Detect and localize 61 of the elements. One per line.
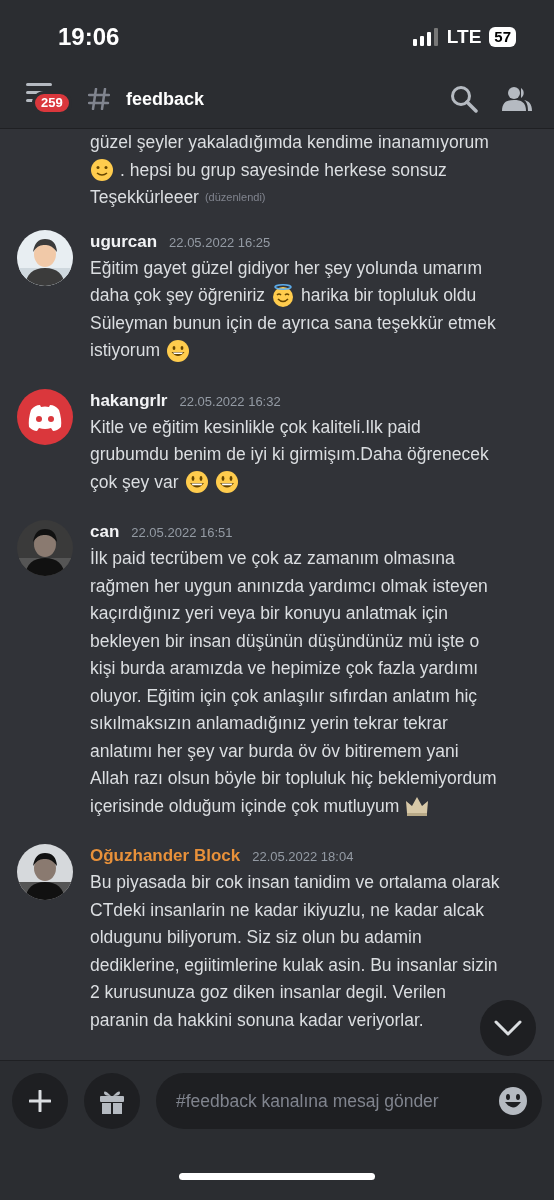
message-text: dediklerine, egiitimlerine kulak asin. Bu insanlar sizin [90,953,498,977]
message-text: sıkılmaksızın anlamadığınız yerin tekrar tekrar [90,712,448,735]
avatar-icon [17,388,73,445]
message-text: . hepsi bu grup sayesinde herkese sonsuz [120,158,447,182]
message-timestamp: 22.05.2022 18:04 [252,848,354,866]
members-button[interactable] [502,86,532,112]
channel-title: feedback [126,87,205,111]
scroll-down-button[interactable] [480,1000,536,1056]
message-text: oldugunu biliyorum. Siz siz olun bu adamin [90,926,422,949]
plus-icon [29,1090,51,1112]
smiley-icon [90,158,114,183]
message-text: harika bir topluluk oldu [301,284,477,307]
gift-button[interactable] [84,1073,140,1129]
message-text: CTdeki insanlarin ne kadar ikiyuzlu, ne kadar alcak [90,898,484,922]
author-name[interactable]: Oğuzhander Block [90,844,241,868]
message-text: bekleyen bir insan düşünün düşündünüz mü işte o [90,629,480,653]
message-text: kişi burda aramızda ve hepimize çok fazla yardımı [90,657,479,680]
add-button[interactable] [12,1073,68,1129]
author-name[interactable]: ugurcan [90,229,158,254]
message-text: grubumdu benim de iyi ki girmişım.Daha öğrenecek [90,443,489,466]
message-text: Allah razı olsun böyle bir topluluk hiç beklemiyordum [90,767,497,790]
time-text: 19:06 [58,22,120,52]
message-text: Eğitim gayet güzel gidiyor her şey yolunda umarım [90,256,482,280]
chevron-down-icon [494,1020,522,1036]
message-text: İlk paid tecrübem ve çok az zamanım olmasına [90,547,455,570]
author-name[interactable]: can [90,520,120,544]
edited-label: (düzenlendi) [204,190,266,205]
halo-smiley-icon [271,283,296,308]
message-timestamp: 22.05.2022 16:25 [169,233,271,252]
network-text: LTE [446,24,482,49]
message-text: güzel şeyler yakaladığımda kendime inanamıyorum [90,131,489,154]
message-text: 2 kurusunuza goz diken insanlar degil. Verilen [90,981,447,1004]
message-text: Teşekkürleeer [90,186,199,209]
author-name[interactable]: hakangrlr [90,388,168,413]
smiley-icon [184,470,209,495]
message-text: içerisinde olduğum içinde çok mutluyum [90,794,400,818]
unread-badge: 259 [32,91,72,115]
grin-icon [166,338,190,363]
members-icon [502,86,532,112]
message-text: Kitle ve eğitim kesinlikle çok kaliteli.Ilk paid [90,415,421,439]
message-text: paranin da hakkini sonuna kadar veriyorlar. [90,1008,424,1032]
menu-button[interactable]: 259 [22,77,72,121]
message-text: oluyor. Eğitim için çok anlaşılır sıfırdan anlatım hiç [90,684,478,708]
message-text: istiyorum [90,339,160,362]
message-text: çok şey var [90,470,179,494]
message-text: rağmen her uygun anınızda yardımcı olmak isteyen [90,574,488,598]
search-icon [450,85,478,113]
message-text: kaçırdığınız yeri veya bir konuyu anlatmak için [90,602,448,625]
message-text: anlatımı her şey var burda öv öv bitiremem yani [90,739,459,763]
hashtag-icon [88,88,110,110]
smiley-icon [214,470,239,495]
message-timestamp: 22.05.2022 16:32 [179,392,281,411]
search-button[interactable] [450,85,478,113]
battery-indicator: 57 [489,27,516,47]
signal-icon [412,28,439,46]
message-text: Bu piyasada bir cok insan tanidim ve ortalama olarak [90,871,500,894]
emoji-icon[interactable] [498,1086,528,1116]
message-text: Süleyman bunun için de ayrıca sana teşekkür etmek [90,311,496,335]
message-timestamp: 22.05.2022 16:51 [131,524,233,542]
message-input[interactable]: #feedback kanalına mesaj gönder [156,1073,542,1129]
message-text: daha çok şey öğreniriz [90,284,266,307]
